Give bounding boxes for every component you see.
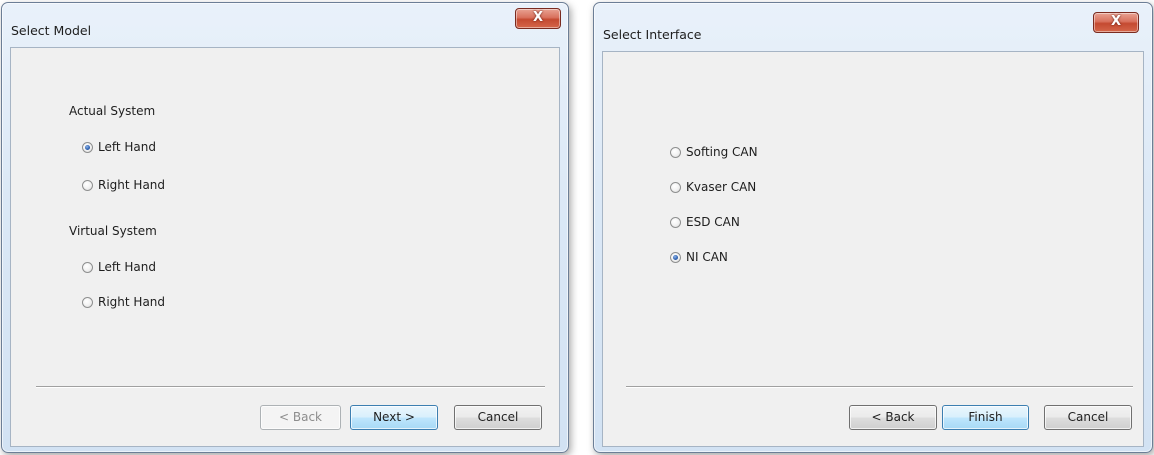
radio-indicator bbox=[670, 146, 681, 158]
dialog-title: Select Interface bbox=[603, 27, 702, 42]
next-button[interactable]: Next > bbox=[350, 405, 438, 430]
radio-ni-can[interactable]: NI CAN bbox=[670, 249, 728, 265]
select-interface-dialog: Select Interface X Softing CAN Kvaser CA… bbox=[593, 2, 1153, 453]
select-model-dialog: Select Model X Actual System Left Hand R… bbox=[1, 2, 569, 453]
radio-label: Left Hand bbox=[98, 140, 156, 154]
dialog-body: Softing CAN Kvaser CAN ESD CAN NI CAN < … bbox=[602, 51, 1144, 447]
radio-indicator bbox=[670, 251, 681, 263]
radio-label: Kvaser CAN bbox=[686, 180, 757, 194]
radio-indicator bbox=[670, 216, 681, 228]
actual-system-heading: Actual System bbox=[69, 104, 156, 118]
close-button[interactable]: X bbox=[1093, 12, 1139, 33]
button-separator bbox=[36, 386, 545, 388]
virtual-system-heading: Virtual System bbox=[69, 224, 157, 238]
button-separator bbox=[626, 386, 1133, 388]
radio-label: NI CAN bbox=[686, 250, 728, 264]
radio-indicator bbox=[82, 179, 93, 191]
finish-button[interactable]: Finish bbox=[942, 405, 1029, 430]
radio-virtual-left-hand[interactable]: Left Hand bbox=[82, 259, 156, 275]
radio-label: Right Hand bbox=[98, 178, 166, 192]
screenshot-stage: Select Model X Actual System Left Hand R… bbox=[0, 0, 1154, 455]
title-bar[interactable]: Select Model X bbox=[2, 3, 568, 38]
radio-indicator bbox=[82, 141, 93, 153]
radio-label: Left Hand bbox=[98, 260, 156, 274]
radio-indicator bbox=[82, 296, 93, 308]
cancel-button[interactable]: Cancel bbox=[454, 405, 542, 430]
cancel-button[interactable]: Cancel bbox=[1044, 405, 1132, 430]
radio-label: Softing CAN bbox=[686, 145, 758, 159]
close-icon: X bbox=[1110, 14, 1122, 29]
radio-virtual-right-hand[interactable]: Right Hand bbox=[82, 294, 165, 310]
dialog-body: Actual System Left Hand Right Hand Virtu… bbox=[10, 47, 560, 447]
radio-softing-can[interactable]: Softing CAN bbox=[670, 144, 758, 160]
radio-esd-can[interactable]: ESD CAN bbox=[670, 214, 740, 230]
radio-actual-right-hand[interactable]: Right Hand bbox=[82, 177, 165, 193]
radio-label: ESD CAN bbox=[686, 215, 740, 229]
radio-actual-left-hand[interactable]: Left Hand bbox=[82, 139, 156, 155]
close-icon: X bbox=[532, 10, 544, 25]
radio-indicator bbox=[82, 261, 93, 273]
close-button[interactable]: X bbox=[515, 8, 561, 29]
radio-indicator bbox=[670, 181, 681, 193]
title-bar[interactable]: Select Interface X bbox=[594, 3, 1152, 42]
radio-kvaser-can[interactable]: Kvaser CAN bbox=[670, 179, 756, 195]
dialog-title: Select Model bbox=[11, 23, 92, 38]
radio-label: Right Hand bbox=[98, 295, 166, 309]
back-button[interactable]: < Back bbox=[849, 405, 937, 430]
back-button[interactable]: < Back bbox=[260, 405, 341, 430]
